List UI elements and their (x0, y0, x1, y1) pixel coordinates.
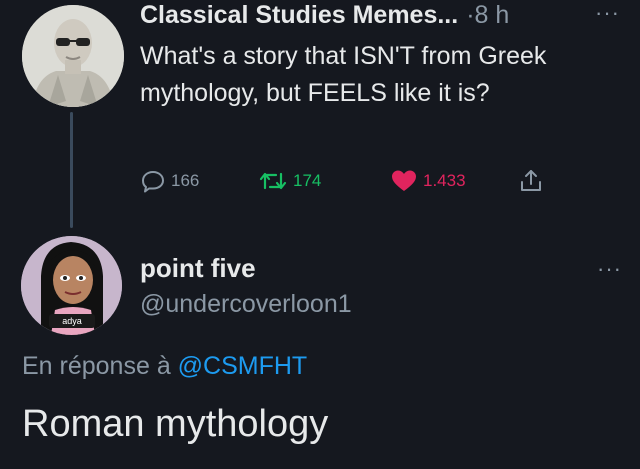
heart-filled-icon (392, 170, 416, 191)
retweet-count: 174 (293, 171, 322, 190)
reply-count: 166 (171, 171, 200, 190)
reply-button[interactable]: 166 (140, 168, 199, 194)
cartoon-girl-icon: adya (21, 236, 122, 335)
tweet-timestamp[interactable]: ·8 h (466, 1, 509, 30)
in-reply-to-prefix: En réponse à (22, 352, 171, 380)
tweet-header: Classical Studies Memes... ·8 h (140, 1, 509, 30)
tweet-text: What's a story that ISN'T from Greek myt… (140, 42, 547, 107)
tweet-more-options-icon[interactable]: ··· (595, 0, 620, 26)
statue-bust-icon (22, 5, 124, 107)
reply-author-avatar[interactable]: adya (21, 236, 122, 335)
share-button[interactable] (518, 168, 544, 194)
reply-bubble-icon (142, 171, 164, 193)
in-reply-to-mention-link[interactable]: @CSMFHT (178, 352, 308, 380)
share-upload-icon (521, 170, 541, 191)
reply-text: Roman mythology (22, 403, 329, 445)
tweet-author-name[interactable]: Classical Studies Memes... (140, 1, 458, 30)
reply-more-options-icon[interactable]: ··· (597, 256, 622, 282)
thread-connector-line (70, 112, 73, 228)
retweet-button[interactable]: 174 (258, 168, 321, 194)
author-avatar[interactable] (22, 5, 124, 107)
like-count: 1.433 (423, 171, 466, 190)
reply-author-handle[interactable]: @undercoverloon1 (140, 290, 352, 319)
in-reply-to-line: En réponse à @CSMFHT (22, 352, 307, 381)
retweet-arrows-icon (259, 172, 287, 190)
like-button[interactable]: 1.433 (390, 168, 466, 194)
reply-author-name[interactable]: point five (140, 253, 256, 284)
avatar-caption: adya (62, 316, 82, 326)
